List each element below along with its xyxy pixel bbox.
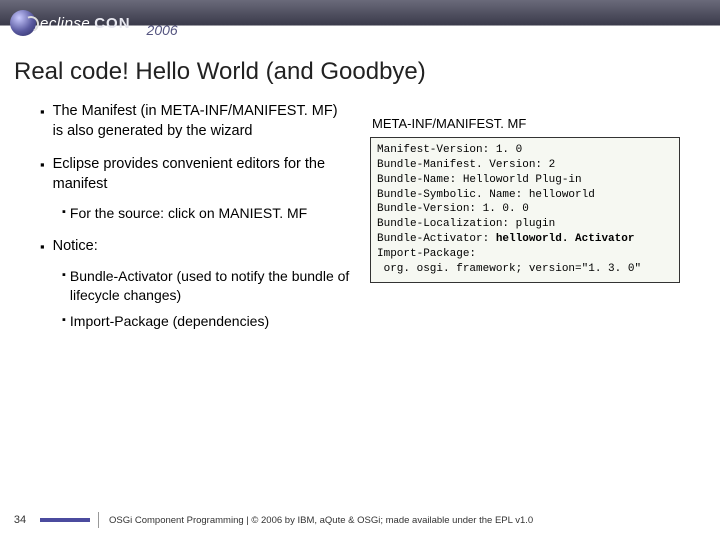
bullet-text: Notice: — [53, 237, 98, 257]
logo-prefix: eclipse — [40, 15, 90, 32]
logo: eclipse CON — [10, 10, 131, 36]
bullet-manifest: The Manifest (in META-INF/MANIFEST. MF) … — [40, 102, 350, 141]
conference-year: 2006 — [147, 22, 178, 46]
manifest-code-box: Manifest-Version: 1. 0 Bundle-Manifest. … — [370, 137, 680, 283]
left-column: The Manifest (in META-INF/MANIFEST. MF) … — [40, 102, 350, 345]
subbullet-import: Import-Package (dependencies) — [62, 312, 350, 331]
slide-header: eclipse CON 2006 — [0, 0, 720, 46]
bullet-editors: Eclipse provides convenient editors for … — [40, 155, 350, 223]
logo-suffix: CON — [94, 15, 130, 32]
slide-content: The Manifest (in META-INF/MANIFEST. MF) … — [0, 94, 720, 345]
footer-divider — [98, 512, 99, 528]
subbullet-source: For the source: click on MANIEST. MF — [62, 204, 350, 223]
bullet-notice: Notice: Bundle-Activator (used to notify… — [40, 237, 350, 331]
page-number: 34 — [0, 514, 40, 526]
footer-accent-bar — [40, 518, 90, 522]
code-file-label: META-INF/MANIFEST. MF — [372, 116, 680, 131]
right-column: META-INF/MANIFEST. MF Manifest-Version: … — [370, 102, 680, 345]
slide-footer: 34 OSGi Component Programming | © 2006 b… — [0, 512, 720, 528]
bullet-text: Eclipse provides convenient editors for … — [53, 155, 350, 194]
slide-title: Real code! Hello World (and Goodbye) — [0, 46, 720, 94]
eclipse-globe-icon — [10, 10, 36, 36]
bullet-text: The Manifest (in META-INF/MANIFEST. MF) … — [53, 102, 350, 141]
footer-text: OSGi Component Programming | © 2006 by I… — [109, 515, 533, 526]
subbullet-activator: Bundle-Activator (used to notify the bun… — [62, 267, 350, 305]
